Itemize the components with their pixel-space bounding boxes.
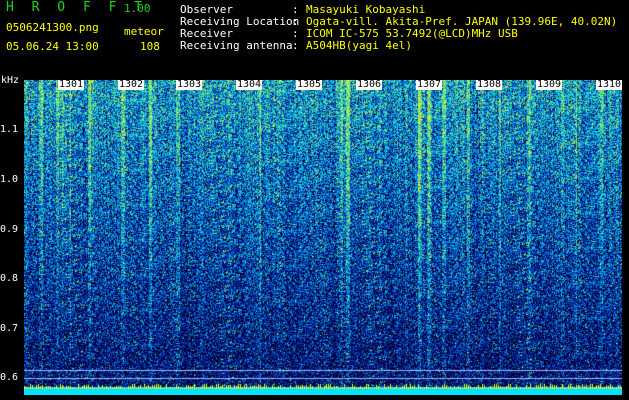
- y-tick-1-1: 1.1: [0, 124, 19, 135]
- y-tick-0-8: 0.8: [0, 273, 19, 284]
- time-label-1302: 1302: [118, 79, 145, 90]
- spectrogram-canvas: [24, 80, 622, 395]
- antenna-value: A504HB(yagi 4el): [306, 39, 412, 52]
- time-label-1304: 1304: [236, 79, 263, 90]
- time-label-1309: 1309: [536, 79, 563, 90]
- mode-label: meteor: [124, 25, 164, 38]
- hroffft-screen: { "app": { "title": "H R O F F T", "vers…: [0, 0, 629, 400]
- time-label-1307: 1307: [416, 79, 443, 90]
- antenna-label: Receiving antenna: [180, 39, 293, 52]
- time-label-1310: 1310: [596, 79, 623, 90]
- time-label-1305: 1305: [296, 79, 323, 90]
- detection-count: 108: [140, 40, 160, 53]
- time-label-1301: 1301: [58, 79, 85, 90]
- time-label-1306: 1306: [356, 79, 383, 90]
- file-name: 0506241300.png: [6, 21, 99, 34]
- antenna-sep: :: [292, 39, 299, 52]
- date-time: 05.06.24 13:00: [6, 40, 99, 53]
- y-unit-label: kHz: [1, 75, 20, 86]
- y-tick-0-7: 0.7: [0, 323, 19, 334]
- y-tick-0-9: 0.9: [0, 224, 19, 235]
- y-tick-1-0: 1.0: [0, 174, 19, 185]
- y-tick-0-6: 0.6: [0, 372, 19, 383]
- time-label-1303: 1303: [176, 79, 203, 90]
- app-version: 1.00: [124, 2, 151, 15]
- time-label-1308: 1308: [476, 79, 503, 90]
